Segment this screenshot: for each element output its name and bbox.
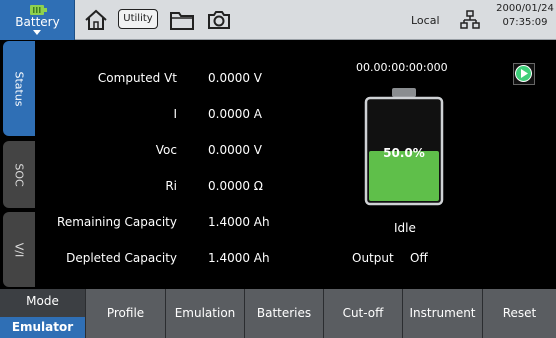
ri-label: Ri bbox=[165, 179, 177, 193]
current-label: I bbox=[173, 107, 177, 121]
mode-value: Emulator bbox=[0, 317, 85, 338]
folder-icon[interactable] bbox=[168, 7, 196, 33]
computed-vt-label: Computed Vt bbox=[97, 71, 177, 85]
reset-button[interactable]: Reset bbox=[482, 289, 556, 338]
battery-icon bbox=[30, 5, 47, 15]
play-button[interactable] bbox=[513, 63, 535, 85]
emulation-button[interactable]: Emulation bbox=[165, 289, 244, 338]
state-label: Idle bbox=[394, 221, 416, 235]
instrument-button[interactable]: Instrument bbox=[402, 289, 482, 338]
tab-vi[interactable]: V/I bbox=[3, 212, 35, 287]
play-icon bbox=[515, 65, 532, 82]
tab-status[interactable]: Status bbox=[3, 41, 35, 136]
local-indicator: Local bbox=[411, 14, 440, 27]
time-text: 07:35:09 bbox=[502, 17, 548, 28]
home-icon[interactable] bbox=[83, 7, 109, 33]
depleted-capacity-label: Depleted Capacity bbox=[66, 251, 177, 265]
battery-menu-tab[interactable]: Battery bbox=[0, 0, 75, 40]
profile-button[interactable]: Profile bbox=[85, 289, 165, 338]
output-value: Off bbox=[410, 251, 428, 265]
batteries-button[interactable]: Batteries bbox=[244, 289, 323, 338]
output-label: Output bbox=[352, 251, 394, 265]
elapsed-time: 00.00:00:00:000 bbox=[356, 61, 448, 74]
computed-vt-value: 0.0000 V bbox=[208, 71, 263, 85]
remaining-capacity-value: 1.4000 Ah bbox=[208, 215, 270, 229]
chevron-down-icon bbox=[33, 30, 41, 35]
tab-vi-label: V/I bbox=[12, 242, 26, 257]
soc-percent: 50.0% bbox=[383, 146, 425, 160]
tab-soc-label: SOC bbox=[12, 162, 26, 187]
network-icon bbox=[460, 10, 480, 29]
side-tabs: Status SOC V/I bbox=[0, 41, 35, 288]
mode-label: Mode bbox=[26, 294, 59, 308]
voc-label: Voc bbox=[155, 143, 177, 157]
utility-button[interactable]: Utility bbox=[118, 9, 158, 29]
battery-tab-label: Battery bbox=[15, 15, 60, 29]
voc-value: 0.0000 V bbox=[208, 143, 263, 157]
depleted-capacity-value: 1.4000 Ah bbox=[208, 251, 270, 265]
soc-battery-gauge: 50.0% bbox=[364, 87, 444, 207]
remaining-capacity-label: Remaining Capacity bbox=[57, 215, 177, 229]
cutoff-button[interactable]: Cut-off bbox=[323, 289, 402, 338]
top-bar: Battery Utility Local 2000/01/24 07:35:0… bbox=[0, 0, 556, 40]
ri-value: 0.0000 Ω bbox=[208, 179, 263, 193]
camera-icon[interactable] bbox=[206, 7, 232, 33]
date-text: 2000/01/24 bbox=[496, 3, 554, 14]
datetime: 2000/01/24 07:35:09 bbox=[494, 2, 556, 30]
tab-soc[interactable]: SOC bbox=[3, 141, 35, 208]
bottom-bar: Mode Emulator Profile Emulation Batterie… bbox=[0, 289, 556, 338]
tab-status-label: Status bbox=[12, 70, 26, 107]
mode-selector[interactable]: Mode Emulator bbox=[0, 289, 85, 338]
current-value: 0.0000 A bbox=[208, 107, 263, 121]
